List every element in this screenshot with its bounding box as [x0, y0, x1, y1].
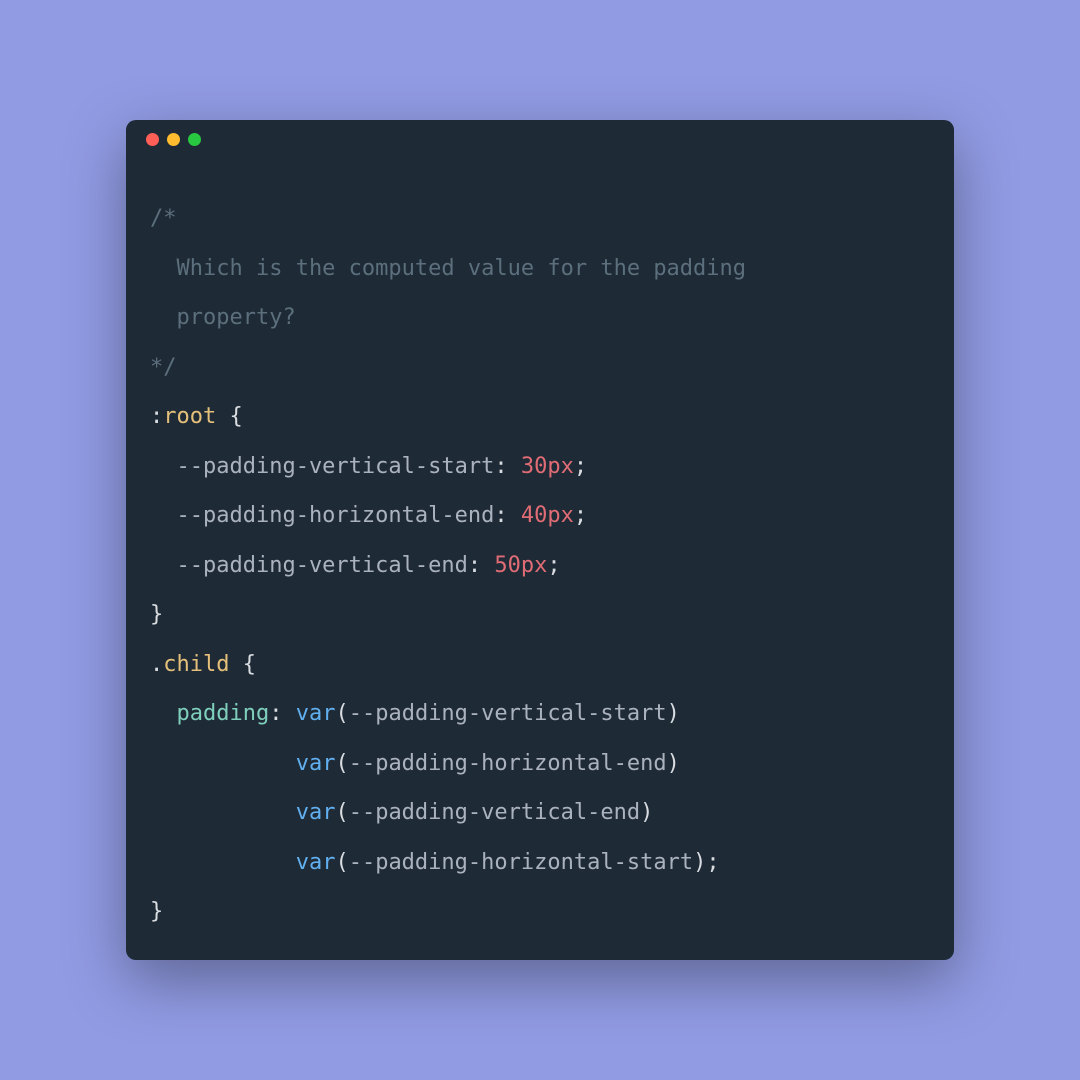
code-block: /* Which is the computed value for the p… — [126, 158, 954, 960]
var-arg-1: --padding-vertical-start — [349, 701, 667, 726]
dot: . — [150, 652, 163, 677]
paren-close: ) — [640, 800, 653, 825]
selector-root: root — [163, 404, 216, 429]
comment-line-2: property? — [150, 305, 296, 330]
paren-open: ( — [335, 850, 348, 875]
indent — [150, 788, 296, 838]
css-var-value-1: 30px — [521, 454, 574, 479]
code-window: /* Which is the computed value for the p… — [126, 120, 954, 960]
colon: : — [494, 503, 521, 528]
brace-close: } — [150, 602, 163, 627]
semicolon: ; — [547, 553, 560, 578]
titlebar — [126, 120, 954, 158]
css-var-name-1: --padding-vertical-start — [150, 454, 494, 479]
css-var-value-3: 50px — [494, 553, 547, 578]
padding-property: padding — [150, 701, 269, 726]
pseudo-colon: : — [150, 404, 163, 429]
close-icon[interactable] — [146, 133, 159, 146]
paren-close: ) — [693, 850, 706, 875]
comment-line-1: Which is the computed value for the padd… — [150, 256, 746, 281]
css-var-value-2: 40px — [521, 503, 574, 528]
css-var-name-3: --padding-vertical-end — [150, 553, 468, 578]
semicolon: ; — [574, 503, 587, 528]
paren-open: ( — [335, 751, 348, 776]
colon: : — [494, 454, 521, 479]
indent — [150, 838, 296, 888]
minimize-icon[interactable] — [167, 133, 180, 146]
comment-close: */ — [150, 355, 177, 380]
var-function: var — [296, 850, 336, 875]
semicolon: ; — [706, 850, 719, 875]
maximize-icon[interactable] — [188, 133, 201, 146]
var-arg-2: --padding-horizontal-end — [349, 751, 667, 776]
colon: : — [269, 701, 296, 726]
var-arg-4: --padding-horizontal-start — [349, 850, 693, 875]
var-function: var — [296, 800, 336, 825]
paren-close: ) — [667, 701, 680, 726]
var-function: var — [296, 701, 336, 726]
semicolon: ; — [574, 454, 587, 479]
paren-open: ( — [335, 800, 348, 825]
selector-child: child — [163, 652, 229, 677]
var-function: var — [296, 751, 336, 776]
comment-open: /* — [150, 206, 177, 231]
paren-close: ) — [667, 751, 680, 776]
brace-close: } — [150, 899, 163, 924]
brace-open: { — [216, 404, 243, 429]
indent — [150, 739, 296, 789]
css-var-name-2: --padding-horizontal-end — [150, 503, 494, 528]
colon: : — [468, 553, 495, 578]
paren-open: ( — [335, 701, 348, 726]
brace-open: { — [229, 652, 256, 677]
var-arg-3: --padding-vertical-end — [349, 800, 640, 825]
